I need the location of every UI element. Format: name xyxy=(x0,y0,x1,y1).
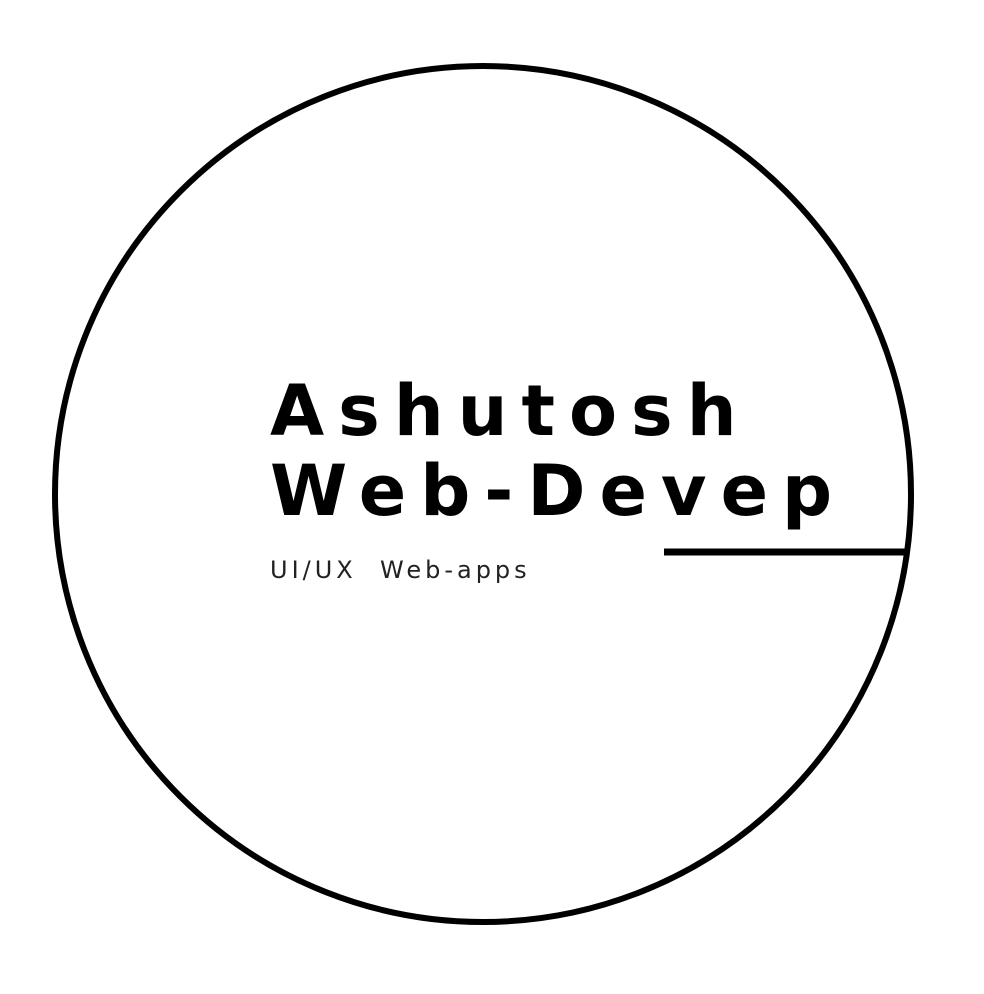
logo-title-role: Web-Devep xyxy=(270,450,847,532)
logo-tagline: UI/UX Web-apps xyxy=(270,556,531,584)
logo-title-name: Ashutosh xyxy=(270,370,751,452)
